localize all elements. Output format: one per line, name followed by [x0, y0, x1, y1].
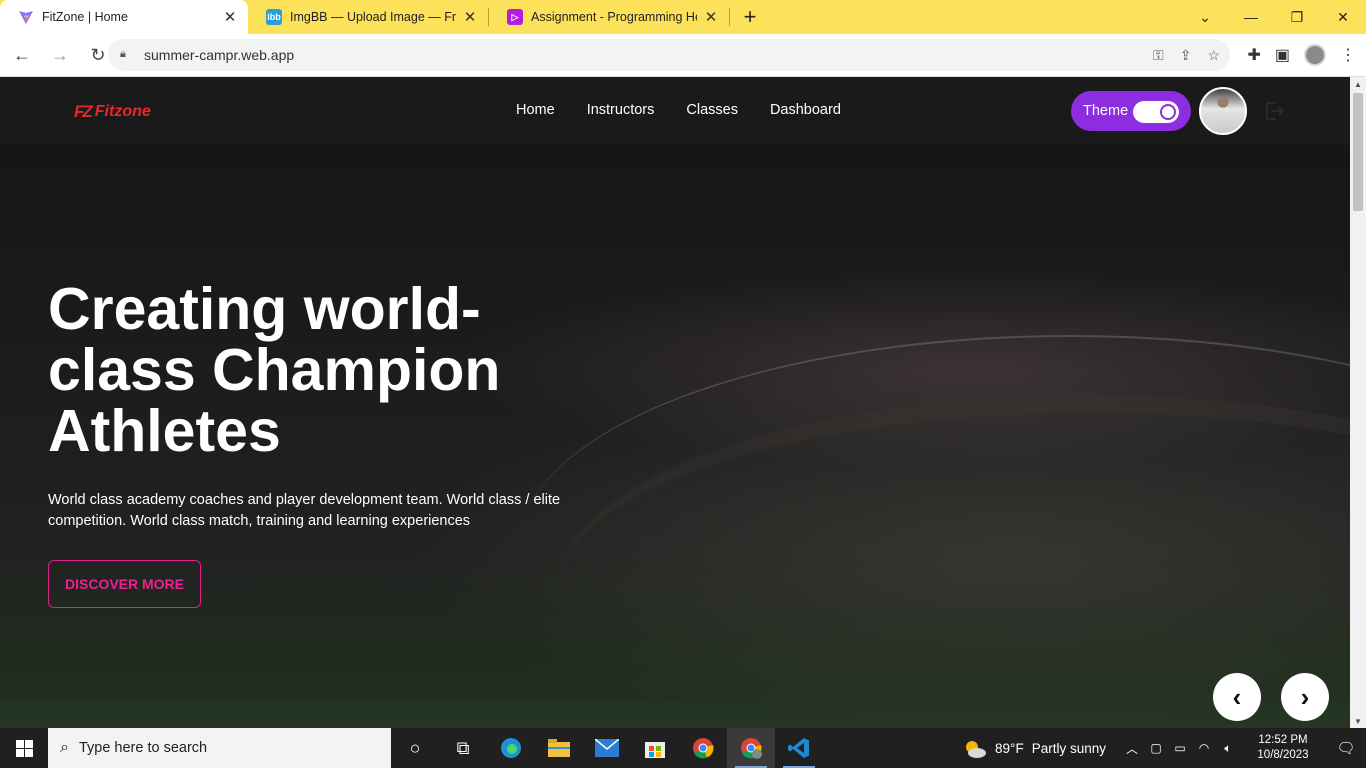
hero-title: Creating world-class Champion Athletes — [48, 276, 501, 464]
theme-toggle[interactable]: Theme — [1071, 91, 1191, 131]
switch-knob — [1160, 104, 1176, 120]
tab-title: Assignment - Programming Her — [531, 10, 697, 24]
key-icon[interactable]: ⚿ — [1153, 47, 1164, 64]
bookmark-star-icon[interactable]: ☆ — [1207, 47, 1220, 64]
nav-classes[interactable]: Classes — [686, 102, 738, 118]
battery-icon[interactable]: ▭ — [1168, 741, 1192, 755]
clock-time: 12:52 PM — [1258, 734, 1308, 746]
back-button[interactable]: ← — [6, 39, 38, 71]
menu-kebab-icon[interactable]: ⋮ — [1340, 45, 1356, 65]
imgbb-icon: ibb — [266, 9, 282, 25]
restore-button[interactable]: ❐ — [1274, 0, 1320, 34]
tab-search-icon[interactable]: ⌄ — [1182, 0, 1228, 34]
address-bar[interactable]: 🔒︎ summer-campr.web.app ⚿ ⇪ ☆ — [108, 39, 1230, 71]
windows-taskbar: ⌕ Type here to search ○ ⧉ 89°F Partly su… — [0, 728, 1366, 768]
clock-date: 10/8/2023 — [1257, 749, 1309, 761]
chrome-icon[interactable] — [679, 728, 727, 768]
nav-dashboard[interactable]: Dashboard — [770, 102, 841, 118]
side-panel-icon[interactable]: ▣ — [1275, 45, 1290, 65]
clock[interactable]: 12:52 PM 10/8/2023 — [1248, 733, 1318, 763]
share-icon[interactable]: ⇪ — [1180, 47, 1192, 64]
nav-home[interactable]: Home — [516, 102, 555, 118]
page-scrollbar[interactable]: ▲ ▼ — [1350, 77, 1366, 728]
edge-icon[interactable] — [487, 728, 535, 768]
theme-label: Theme — [1083, 103, 1129, 119]
forward-button[interactable]: → — [44, 39, 76, 71]
scroll-up-arrow-icon[interactable]: ▲ — [1350, 77, 1366, 91]
browser-toolbar: ← → ↻ 🔒︎ summer-campr.web.app ⚿ ⇪ ☆ ✚ ▣ … — [0, 34, 1366, 77]
browser-tab-strip: FitZone | Home ✕ ibb ImgBB — Upload Imag… — [0, 0, 1366, 34]
theme-switch[interactable] — [1133, 101, 1179, 123]
system-tray: 89°F Partly sunny ︿ ▢ ▭ ◠ 🔈︎ 12:52 PM 10… — [963, 728, 1366, 768]
chrome-profile-icon[interactable] — [727, 728, 775, 768]
meet-now-icon[interactable]: ▢ — [1144, 741, 1168, 755]
site-navbar: FZ Fitzone Home Instructors Classes Dash… — [0, 77, 1350, 145]
hero-description: World class academy coaches and player d… — [48, 492, 561, 529]
url-text: summer-campr.web.app — [144, 47, 295, 63]
minimize-button[interactable]: — — [1228, 0, 1274, 34]
task-view-icon[interactable]: ⧉ — [439, 728, 487, 768]
discover-more-button[interactable]: DISCOVER MORE — [48, 560, 201, 608]
logo-text: Fitzone — [94, 103, 151, 120]
tab-fitzone[interactable]: FitZone | Home ✕ — [0, 0, 248, 34]
mail-icon[interactable] — [583, 728, 631, 768]
search-icon: ⌕ — [60, 739, 69, 756]
lock-icon: 🔒︎ — [120, 48, 126, 60]
wifi-icon[interactable]: ◠ — [1192, 741, 1216, 755]
new-tab-button[interactable]: + — [736, 3, 764, 31]
nav-instructors[interactable]: Instructors — [587, 102, 655, 118]
extension-area: ✚ ▣ ⋮ — [1247, 39, 1356, 71]
prev-slide-button[interactable]: ‹ — [1213, 673, 1261, 721]
tab-assignment[interactable]: ▷ Assignment - Programming Her ✕ — [489, 0, 729, 34]
tab-divider — [729, 8, 730, 26]
user-avatar[interactable] — [1199, 87, 1247, 135]
scrollbar-thumb[interactable] — [1353, 93, 1363, 211]
profile-avatar[interactable] — [1304, 44, 1326, 66]
search-placeholder: Type here to search — [78, 740, 208, 756]
vite-icon — [18, 9, 34, 25]
logo-mark: FZ — [74, 102, 93, 121]
weather-text: Partly sunny — [1031, 740, 1106, 756]
programming-hero-icon: ▷ — [507, 9, 523, 25]
tab-imgbb[interactable]: ibb ImgBB — Upload Image — Free ✕ — [248, 0, 488, 34]
close-window-button[interactable]: ✕ — [1320, 0, 1366, 34]
cortana-icon[interactable]: ○ — [391, 728, 439, 768]
partly-sunny-icon — [963, 739, 987, 758]
close-icon[interactable]: ✕ — [222, 9, 238, 26]
taskbar-search[interactable]: ⌕ Type here to search — [48, 728, 391, 768]
volume-icon[interactable]: 🔈︎ — [1216, 741, 1240, 756]
window-controls: ⌄ — ❐ ✕ — [1182, 0, 1366, 34]
microsoft-store-icon[interactable] — [631, 728, 679, 768]
vscode-icon[interactable] — [775, 728, 823, 768]
weather-widget[interactable]: 89°F Partly sunny — [963, 739, 1106, 758]
scroll-down-arrow-icon[interactable]: ▼ — [1350, 714, 1366, 728]
file-explorer-icon[interactable] — [535, 728, 583, 768]
stadium-roof — [520, 335, 1350, 728]
web-page: FZ Fitzone Home Instructors Classes Dash… — [0, 77, 1350, 728]
logout-icon[interactable] — [1262, 99, 1286, 123]
tab-title: FitZone | Home — [42, 10, 128, 24]
site-logo[interactable]: FZ Fitzone — [74, 102, 151, 122]
tab-title: ImgBB — Upload Image — Free — [290, 10, 456, 24]
extensions-puzzle-icon[interactable]: ✚ — [1247, 45, 1260, 65]
windows-start-icon[interactable] — [0, 728, 48, 768]
close-icon[interactable]: ✕ — [703, 9, 719, 26]
notifications-icon[interactable]: 🗨︎ — [1326, 739, 1366, 757]
address-bar-actions: ⚿ ⇪ ☆ — [1153, 39, 1220, 71]
chevron-up-icon[interactable]: ︿ — [1120, 740, 1144, 757]
main-nav: Home Instructors Classes Dashboard — [516, 102, 841, 118]
weather-temp: 89°F — [995, 740, 1024, 756]
stadium-field — [0, 700, 1350, 728]
close-icon[interactable]: ✕ — [462, 9, 478, 26]
next-slide-button[interactable]: › — [1281, 673, 1329, 721]
